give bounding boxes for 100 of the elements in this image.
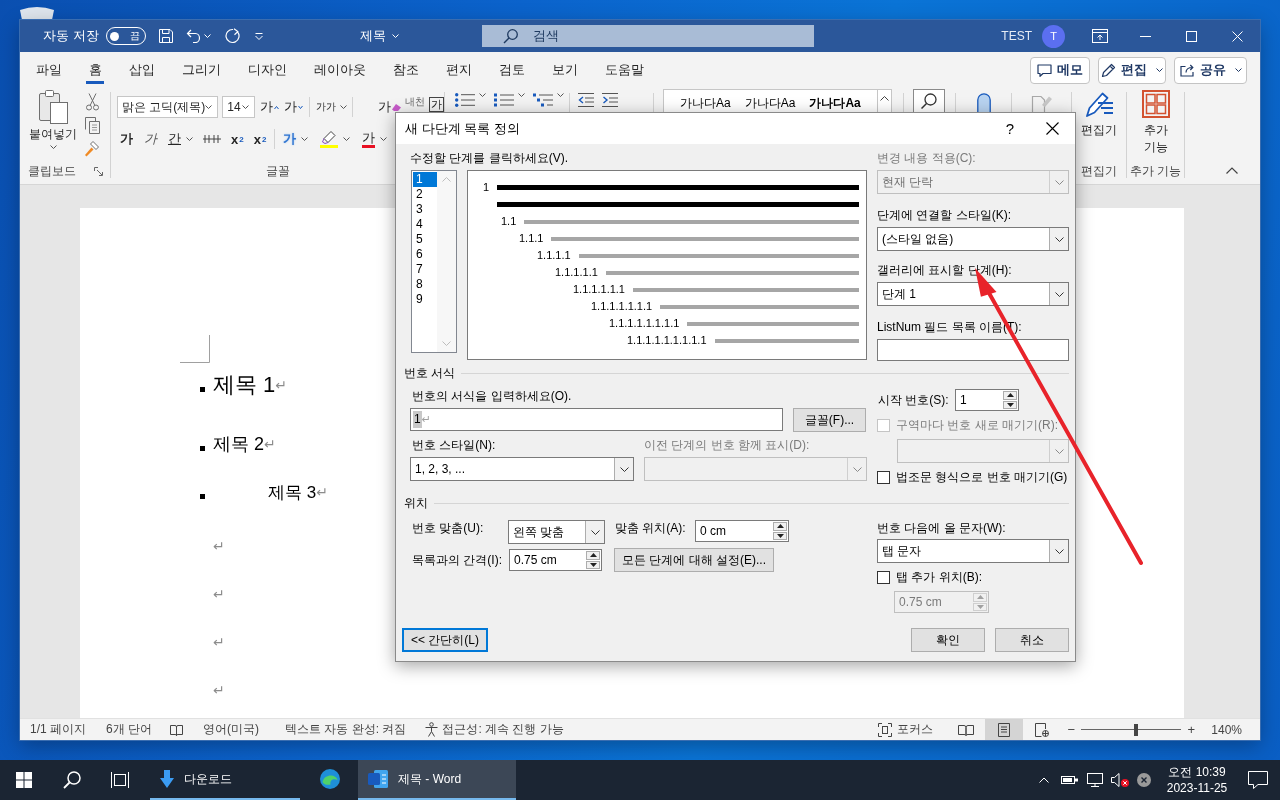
level-item[interactable]: 9 [413,292,437,307]
level-list[interactable]: 1 2 3 4 5 6 7 8 9 [411,170,457,353]
style-item[interactable]: 가나다Aa [809,96,861,110]
copy-icon[interactable] [84,117,100,134]
underline-button[interactable]: 간 [168,128,193,150]
book-icon[interactable] [170,723,184,736]
find-button[interactable] [913,89,945,112]
ribbon-display-icon[interactable] [1092,29,1108,43]
microphone-icon[interactable] [977,93,991,112]
level-item[interactable]: 8 [413,277,437,292]
user-avatar[interactable]: T [1042,24,1065,48]
linked-style-dropdown[interactable]: (스타일 없음) [877,227,1069,251]
search-field[interactable]: 검색 [481,25,814,47]
focus-button[interactable]: 포커스 [878,719,934,740]
font-color-button[interactable]: 가 [362,128,388,150]
character-border-button[interactable]: 가 [429,97,444,112]
level-item[interactable]: 1 [413,172,437,187]
text-effects-button[interactable]: 가 [283,128,309,150]
grow-font-button[interactable]: 가 [260,96,279,118]
numbered-list-icon[interactable] [494,93,514,107]
fewer-options-button[interactable]: << 간단히(L) [402,628,488,652]
slider-thumb[interactable] [1134,723,1139,736]
highlight-button[interactable] [320,128,351,150]
multilevel-list-icon[interactable] [533,93,553,107]
ribbon-tab[interactable]: 레이아웃 [300,54,379,86]
font-button[interactable]: 글꼴(F)... [793,408,866,432]
downloads-taskbar-button[interactable]: 다운로드 [150,760,300,800]
ribbon-tab[interactable]: 그리기 [168,54,234,86]
editing-button[interactable]: 편집 [1098,56,1166,84]
redo-icon[interactable] [224,28,241,44]
number-style-dropdown[interactable]: 1, 2, 3, ... [410,457,634,481]
dialog-launcher-icon[interactable] [93,166,103,176]
checkbox[interactable] [877,470,890,484]
bullet-list-icon[interactable] [455,93,475,107]
number-style-label: 번호 스타일(N): [412,438,496,452]
help-button[interactable]: ? [995,113,1025,144]
add-ins-button[interactable]: 추가 기능 [1141,88,1170,156]
superscript-button[interactable]: x$^{2}$ [253,128,267,150]
number-alignment-dropdown[interactable]: 왼쪽 맞춤 [508,520,605,544]
font-size-field[interactable]: 14 [222,96,255,118]
indent-at-spinner[interactable]: 0.75 cm [509,549,602,571]
level-item[interactable]: 2 [413,187,437,202]
start-at-spinner[interactable]: 1 [955,389,1019,411]
style-item[interactable]: 가나다Aa [744,96,796,110]
undo-icon[interactable] [185,29,201,43]
scissors-icon[interactable] [85,93,99,111]
page-count[interactable]: 1/1 페이지 [30,721,86,738]
decrease-indent-icon[interactable] [578,93,594,107]
number-format-field[interactable]: 1↵ [410,408,783,431]
word-taskbar-button[interactable]: 제목 - Word [358,760,516,800]
style-item[interactable]: 가나다Aa [680,96,731,110]
accessibility-status[interactable]: 접근성: 계속 진행 가능 [442,721,564,738]
collapse-ribbon-icon[interactable] [1226,167,1238,174]
ribbon-tab[interactable]: 편지 [432,54,485,86]
ok-button[interactable]: 확인 [911,628,985,652]
checkbox[interactable] [877,570,890,584]
ribbon-tab[interactable]: 참조 [379,54,432,86]
ribbon-tab[interactable]: 도움말 [591,54,657,86]
font-name-field[interactable]: 맑은 고딕(제목) [117,96,219,118]
scrollbar[interactable] [437,171,456,352]
editor-button[interactable]: 편집기 [1081,88,1117,139]
document-title[interactable]: 제목 [359,24,399,48]
ribbon-tab[interactable]: 디자인 [234,54,300,86]
cancel-button[interactable]: 취소 [995,628,1069,652]
zoom-out-button[interactable]: − [1065,722,1078,737]
ribbon-tab[interactable]: 검토 [485,54,538,86]
gallery-level-dropdown[interactable]: 단계 1 [877,282,1069,306]
italic-button[interactable]: 가 [144,128,157,150]
level-item[interactable]: 6 [413,247,437,262]
print-layout-button[interactable] [985,719,1024,740]
ribbon-tab[interactable]: 보기 [538,54,591,86]
level-item[interactable]: 7 [413,262,437,277]
level-item[interactable]: 4 [413,217,437,232]
bold-button[interactable]: 가 [120,128,133,150]
accessibility-icon[interactable] [424,722,440,737]
zoom-level[interactable]: 140% [1211,722,1242,737]
taskbar-clock[interactable]: 오전 10:39 2023-11-25 [1158,760,1236,800]
phonetic-guide-button[interactable]: 내천 [405,95,425,108]
clear-formatting-button[interactable]: 가 [358,96,401,112]
comments-button[interactable]: 메모 [1030,56,1090,84]
level-item[interactable]: 5 [413,232,437,247]
aligned-at-spinner[interactable]: 0 cm [695,520,789,542]
increase-indent-icon[interactable] [602,93,618,107]
customize-toolbar-icon[interactable] [254,32,263,40]
ribbon-tab[interactable]: 파일 [22,54,75,86]
text-prediction-status[interactable]: 텍스트 자동 완성: 켜짐 [285,721,407,738]
language-status[interactable]: 영어(미국) [203,721,260,738]
windows-logo-icon [16,772,32,788]
zoom-in-button[interactable]: + [1185,722,1198,737]
paste-button[interactable]: 붙여넣기 [26,90,80,157]
save-icon[interactable] [157,28,174,44]
follow-number-with-dropdown[interactable]: 탭 문자 [877,539,1069,563]
shrink-font-button[interactable]: 가 [284,96,303,118]
change-case-button[interactable]: 가가 [316,96,347,118]
share-button[interactable]: 공유 [1174,56,1247,84]
level-item[interactable]: 3 [413,202,437,217]
set-for-all-levels-button[interactable]: 모든 단계에 대해 설정(E)... [614,548,774,572]
ribbon-tab[interactable]: 삽입 [115,54,168,86]
listnum-name-field[interactable] [877,339,1069,361]
word-count[interactable]: 6개 단어 [106,721,153,738]
